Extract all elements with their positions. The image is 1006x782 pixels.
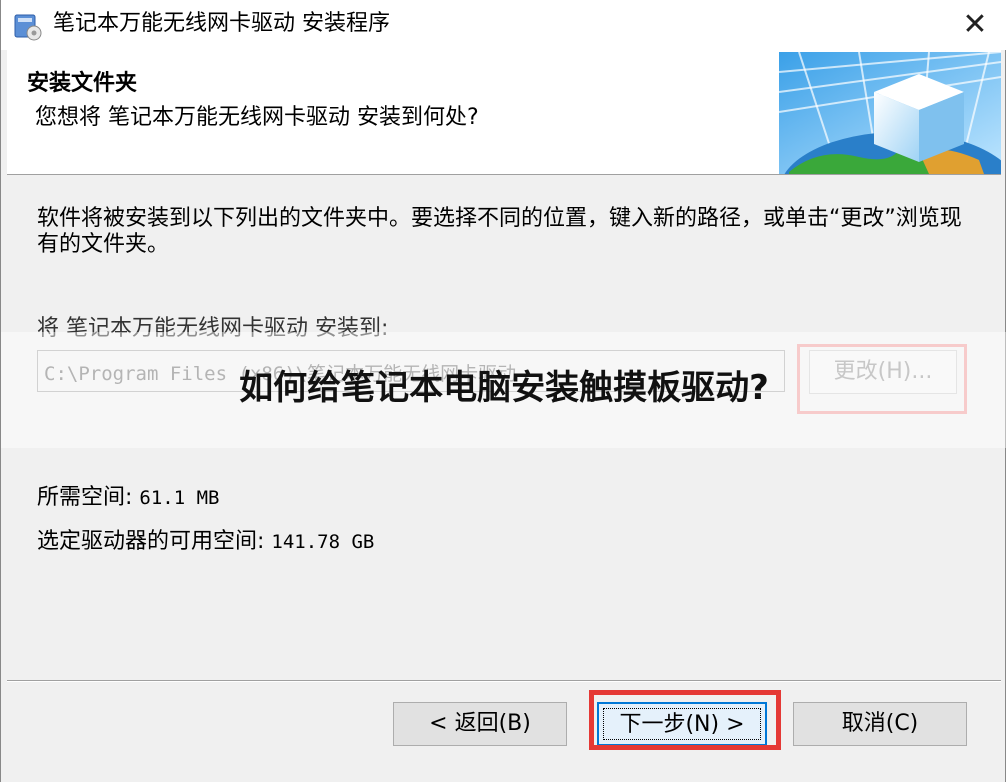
close-button[interactable]: ✕	[957, 8, 993, 42]
space-required-label: 所需空间:	[37, 485, 133, 510]
instructions-text: 软件将被安装到以下列出的文件夹中。要选择不同的位置，键入新的路径，或单击“更改”…	[37, 206, 962, 257]
page-title: 安装文件夹	[27, 71, 138, 96]
space-required: 所需空间: 61.1 MB	[37, 484, 220, 512]
back-button[interactable]: < 返回(B)	[393, 702, 567, 746]
wizard-header: 安装文件夹 您想将 笔记本万能无线网卡驱动 安装到何处?	[7, 50, 1001, 175]
title-bar: 笔记本万能无线网卡驱动 安装程序 ✕	[1, 0, 1006, 50]
footer-divider	[7, 680, 1001, 682]
space-available: 选定驱动器的可用空间: 141.78 GB	[37, 528, 374, 556]
space-required-value: 61.1 MB	[139, 487, 220, 509]
space-available-label: 选定驱动器的可用空间:	[37, 529, 265, 554]
globe-box-graphic-icon	[779, 52, 1001, 174]
next-button-highlight	[589, 690, 781, 750]
window-title: 笔记本万能无线网卡驱动 安装程序	[53, 11, 390, 36]
cancel-button[interactable]: 取消(C)	[793, 702, 967, 746]
space-available-value: 141.78 GB	[271, 531, 375, 553]
page-subtitle: 您想将 笔记本万能无线网卡驱动 安装到何处?	[35, 105, 479, 130]
caption-overlay-text: 如何给笔记本电脑安装触摸板驱动?	[239, 368, 769, 408]
installer-window: 笔记本万能无线网卡驱动 安装程序 ✕ 安装文件夹 您想将 笔记本万能无线网卡驱动…	[0, 0, 1006, 782]
installer-app-icon	[14, 14, 42, 41]
